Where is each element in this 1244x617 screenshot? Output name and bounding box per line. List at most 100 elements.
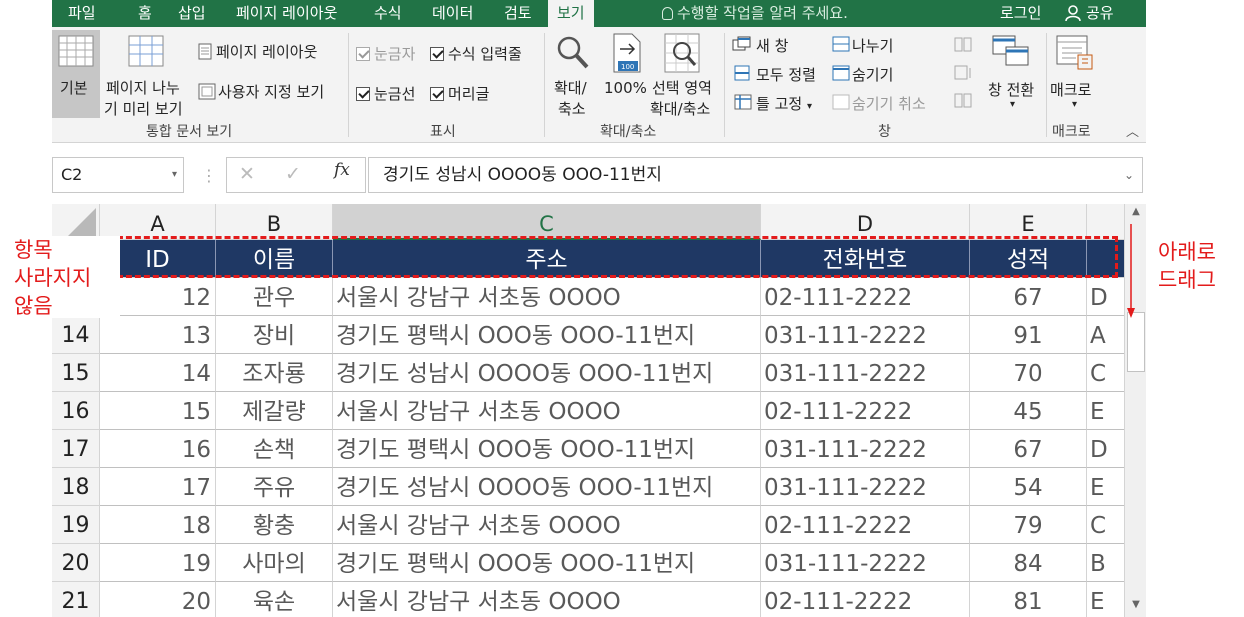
tab-file[interactable]: 파일 bbox=[62, 0, 102, 27]
cell-address[interactable]: 경기도 성남시 OOOO동 OOO-11번지 bbox=[333, 468, 761, 506]
page-break-preview-line2[interactable]: 기 미리 보기 bbox=[104, 98, 183, 119]
header-cell-name[interactable]: 이름 bbox=[216, 240, 333, 278]
row-header[interactable]: 14 bbox=[52, 316, 100, 354]
gridlines-checkbox[interactable]: 눈금선 bbox=[356, 83, 415, 104]
cell-grade[interactable]: E bbox=[1087, 468, 1127, 506]
cell-name[interactable]: 장비 bbox=[216, 316, 333, 354]
cell-phone[interactable]: 02-111-2222 bbox=[761, 278, 970, 316]
cell-id[interactable]: 19 bbox=[100, 544, 216, 582]
header-cell-score[interactable]: 성적 bbox=[970, 240, 1087, 278]
cell-grade[interactable]: E bbox=[1087, 582, 1127, 617]
cancel-icon[interactable]: ✕ bbox=[239, 163, 255, 185]
cell-id[interactable]: 20 bbox=[100, 582, 216, 617]
tell-me-box[interactable]: 수행할 작업을 알려 주세요. bbox=[662, 0, 848, 26]
row-header[interactable]: 20 bbox=[52, 544, 100, 582]
share-button[interactable]: 공유 bbox=[1064, 0, 1114, 26]
column-header-b[interactable]: B bbox=[216, 204, 333, 240]
cell-name[interactable]: 제갈량 bbox=[216, 392, 333, 430]
cell-phone[interactable]: 031-111-2222 bbox=[761, 316, 970, 354]
cell-address[interactable]: 서울시 강남구 서초동 OOOO bbox=[333, 506, 761, 544]
cell-id[interactable]: 17 bbox=[100, 468, 216, 506]
cell-id[interactable]: 16 bbox=[100, 430, 216, 468]
cell-address[interactable]: 서울시 강남구 서초동 OOOO bbox=[333, 582, 761, 617]
cell-score[interactable]: 84 bbox=[970, 544, 1087, 582]
row-header[interactable]: 16 bbox=[52, 392, 100, 430]
row-header[interactable]: 15 bbox=[52, 354, 100, 392]
column-header-a[interactable]: A bbox=[100, 204, 216, 240]
zoom-selection-line1[interactable]: 선택 영역 bbox=[652, 77, 712, 98]
cell-id[interactable]: 14 bbox=[100, 354, 216, 392]
enter-icon[interactable]: ✓ bbox=[285, 163, 301, 185]
cell-address[interactable]: 서울시 강남구 서초동 OOOO bbox=[333, 392, 761, 430]
headings-checkbox[interactable]: 머리글 bbox=[430, 83, 489, 104]
page-break-preview-line1[interactable]: 페이지 나누 bbox=[106, 77, 180, 98]
column-header-e[interactable]: E bbox=[970, 204, 1087, 240]
cell-phone[interactable]: 031-111-2222 bbox=[761, 544, 970, 582]
cell-id[interactable]: 18 bbox=[100, 506, 216, 544]
row-header[interactable]: 17 bbox=[52, 430, 100, 468]
cell-name[interactable]: 황충 bbox=[216, 506, 333, 544]
hide-button[interactable]: 숨기기 bbox=[852, 64, 893, 85]
login-button[interactable]: 로그인 bbox=[1000, 0, 1041, 26]
cell-phone[interactable]: 031-111-2222 bbox=[761, 354, 970, 392]
cell-grade[interactable]: C bbox=[1087, 354, 1127, 392]
collapse-ribbon-icon[interactable]: ︿ bbox=[1126, 121, 1139, 140]
cell-grade[interactable]: D bbox=[1087, 278, 1127, 316]
switch-windows-button[interactable]: 창 전환 bbox=[988, 79, 1034, 100]
column-header-d[interactable]: D bbox=[761, 204, 970, 240]
new-window-button[interactable]: 새 창 bbox=[756, 35, 788, 56]
page-layout-button[interactable]: 페이지 레이아웃 bbox=[216, 41, 317, 62]
cell-grade[interactable]: A bbox=[1087, 316, 1127, 354]
cell-score[interactable]: 45 bbox=[970, 392, 1087, 430]
scroll-down-icon[interactable]: ▼ bbox=[1129, 599, 1143, 613]
cell-phone[interactable]: 031-111-2222 bbox=[761, 430, 970, 468]
column-header-c[interactable]: C bbox=[333, 204, 761, 240]
expand-formula-icon[interactable]: ⌄ bbox=[1124, 158, 1134, 192]
cell-name[interactable]: 조자룡 bbox=[216, 354, 333, 392]
tab-review[interactable]: 검토 bbox=[498, 0, 538, 27]
arrange-all-button[interactable]: 모두 정렬 bbox=[756, 64, 816, 85]
name-box[interactable]: C2 ▾ bbox=[52, 157, 184, 193]
tab-page-layout[interactable]: 페이지 레이아웃 bbox=[230, 0, 343, 27]
cell-name[interactable]: 사마의 bbox=[216, 544, 333, 582]
cell-address[interactable]: 경기도 평택시 OOO동 OOO-11번지 bbox=[333, 430, 761, 468]
cell-phone[interactable]: 031-111-2222 bbox=[761, 468, 970, 506]
zoom-label-line2[interactable]: 축소 bbox=[558, 98, 586, 119]
cell-phone[interactable]: 02-111-2222 bbox=[761, 582, 970, 617]
header-cell-grade[interactable] bbox=[1087, 240, 1127, 278]
cell-score[interactable]: 70 bbox=[970, 354, 1087, 392]
cell-name[interactable]: 관우 bbox=[216, 278, 333, 316]
insert-function-button[interactable]: fx bbox=[334, 160, 350, 180]
cell-phone[interactable]: 02-111-2222 bbox=[761, 392, 970, 430]
cell-name[interactable]: 손책 bbox=[216, 430, 333, 468]
cell-score[interactable]: 81 bbox=[970, 582, 1087, 617]
tab-insert[interactable]: 삽입 bbox=[172, 0, 212, 27]
tab-data[interactable]: 데이터 bbox=[426, 0, 479, 27]
cell-address[interactable]: 서울시 강남구 서초동 OOOO bbox=[333, 278, 761, 316]
cell-phone[interactable]: 02-111-2222 bbox=[761, 506, 970, 544]
formula-bar-grip-icon[interactable]: ⋮ bbox=[201, 166, 217, 185]
cell-address[interactable]: 경기도 평택시 OOO동 OOO-11번지 bbox=[333, 316, 761, 354]
ruler-checkbox[interactable]: 눈금자 bbox=[356, 43, 415, 64]
custom-views-button[interactable]: 사용자 지정 보기 bbox=[218, 81, 324, 102]
cell-address[interactable]: 경기도 성남시 OOOO동 OOO-11번지 bbox=[333, 354, 761, 392]
cell-name[interactable]: 육손 bbox=[216, 582, 333, 617]
formula-bar-checkbox[interactable]: 수식 입력줄 bbox=[430, 43, 522, 64]
cell-score[interactable]: 67 bbox=[970, 430, 1087, 468]
split-button[interactable]: 나누기 bbox=[852, 35, 893, 56]
zoom-100-button[interactable]: 100% bbox=[604, 79, 647, 97]
unhide-button[interactable]: 숨기기 취소 bbox=[852, 93, 926, 114]
cell-name[interactable]: 주유 bbox=[216, 468, 333, 506]
header-cell-address[interactable]: 주소 bbox=[333, 240, 761, 278]
cell-id[interactable]: 15 bbox=[100, 392, 216, 430]
cell-grade[interactable]: B bbox=[1087, 544, 1127, 582]
cell-grade[interactable]: C bbox=[1087, 506, 1127, 544]
formula-input[interactable]: 경기도 성남시 OOOO동 OOO-11번지 ⌄ bbox=[368, 157, 1143, 193]
header-cell-phone[interactable]: 전화번호 bbox=[761, 240, 970, 278]
cell-score[interactable]: 79 bbox=[970, 506, 1087, 544]
zoom-label-line1[interactable]: 확대/ bbox=[554, 77, 587, 98]
row-header[interactable]: 19 bbox=[52, 506, 100, 544]
freeze-panes-button[interactable]: 틀 고정 ▾ bbox=[756, 93, 812, 114]
cell-score[interactable]: 91 bbox=[970, 316, 1087, 354]
scroll-up-icon[interactable]: ▲ bbox=[1129, 206, 1143, 220]
